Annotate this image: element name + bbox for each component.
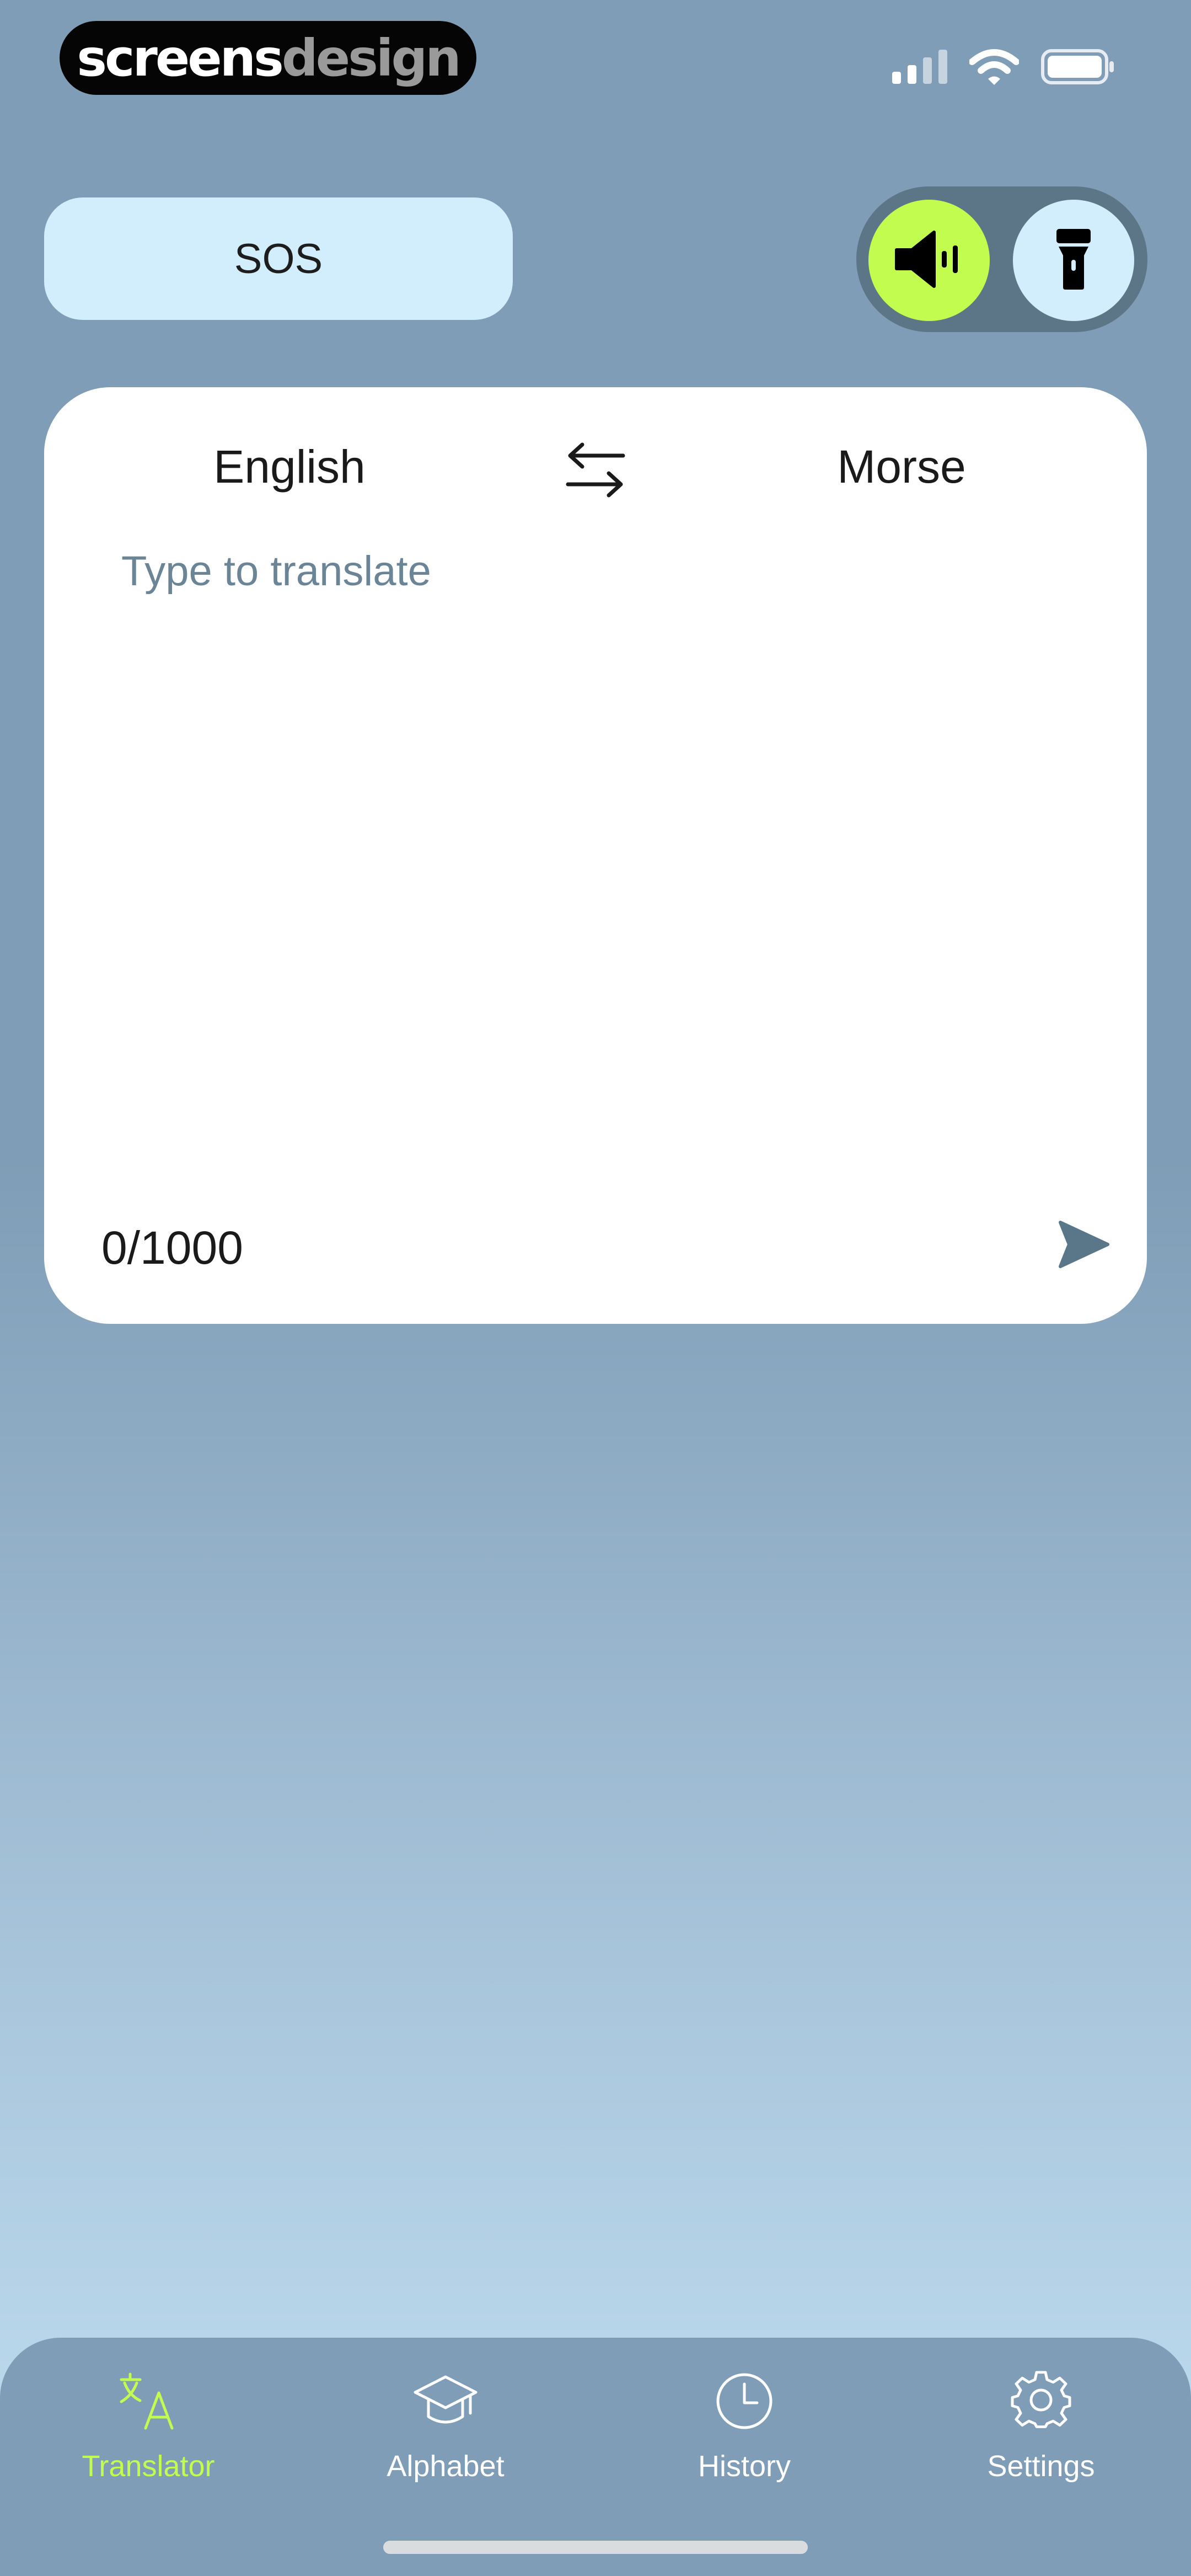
character-counter: 0/1000	[101, 1222, 243, 1274]
tab-label: Translator	[82, 2450, 215, 2483]
wifi-icon	[969, 49, 1020, 88]
tab-label: Alphabet	[387, 2450, 505, 2483]
tab-translator[interactable]: Translator	[33, 2365, 264, 2503]
flashlight-icon	[1054, 228, 1093, 292]
home-indicator[interactable]	[383, 2541, 808, 2554]
graduation-cap-icon	[410, 2365, 481, 2437]
status-bar	[892, 49, 1115, 87]
watermark-part-1: screens	[77, 28, 284, 88]
watermark-part-2: design	[281, 28, 462, 88]
tab-settings[interactable]: Settings	[925, 2365, 1157, 2503]
flashlight-mode-button[interactable]	[1013, 200, 1134, 321]
tab-alphabet[interactable]: Alphabet	[330, 2365, 561, 2503]
battery-icon	[1041, 49, 1115, 87]
translate-input[interactable]	[121, 547, 1070, 1044]
sos-button[interactable]: SOS	[44, 197, 513, 320]
translate-icon	[112, 2365, 184, 2437]
tab-label: History	[698, 2450, 791, 2483]
tab-label: Settings	[987, 2450, 1095, 2483]
target-language-selector[interactable]: Morse	[837, 440, 965, 494]
clock-icon	[709, 2365, 780, 2437]
source-language-selector[interactable]: English	[213, 440, 366, 494]
translator-card: English Morse 0/1000	[44, 387, 1147, 1324]
tab-history[interactable]: History	[629, 2365, 860, 2503]
swap-languages-button[interactable]	[551, 438, 640, 504]
swap-arrows-icon	[566, 442, 625, 500]
gear-icon	[1005, 2365, 1077, 2437]
send-button[interactable]	[1048, 1212, 1119, 1279]
sound-mode-button[interactable]	[868, 200, 990, 321]
output-mode-toggle	[856, 186, 1147, 332]
send-icon	[1057, 1219, 1110, 1273]
speaker-icon	[893, 229, 965, 292]
screensdesign-watermark: screens design	[60, 21, 476, 95]
cellular-signal-icon	[892, 49, 947, 87]
